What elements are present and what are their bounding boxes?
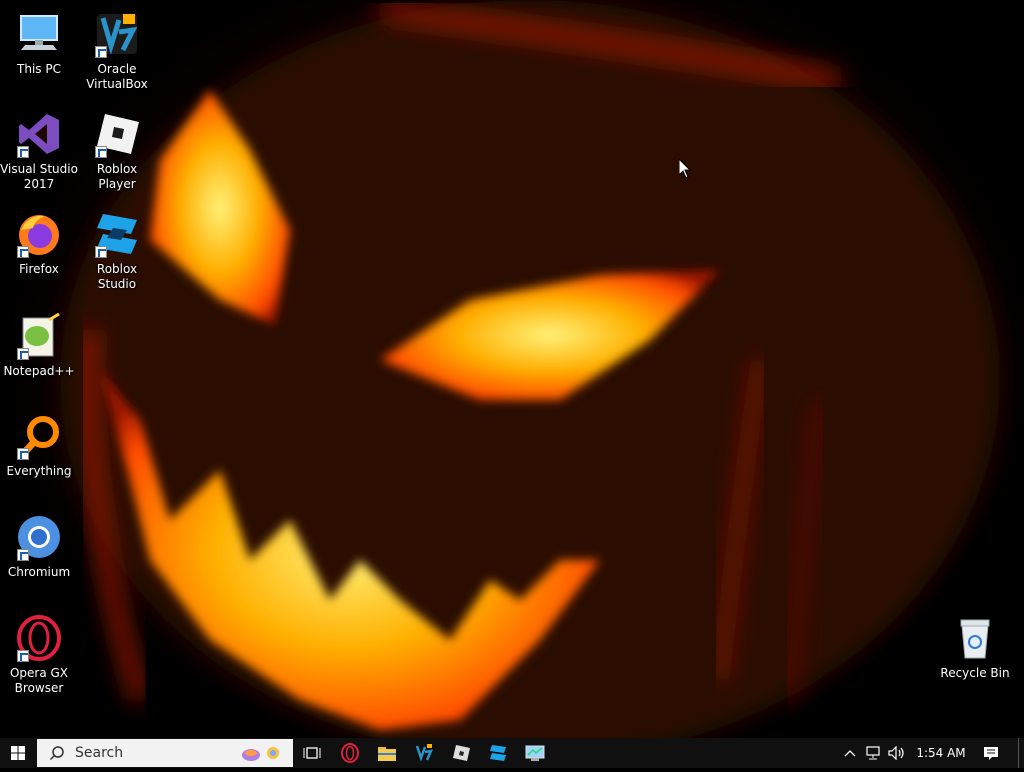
visual-studio-label: Visual Studio 2017: [0, 162, 78, 191]
taskbar: Search 1:54 AM: [0, 738, 1024, 768]
network-button[interactable]: [862, 738, 884, 768]
desktop-icon-notepadpp[interactable]: Notepad++: [0, 312, 78, 379]
firefox-icon: [15, 210, 63, 258]
shortcut-arrow-icon: [17, 246, 29, 258]
opera-gx-icon: [15, 614, 63, 662]
roblox-studio-icon: [490, 745, 506, 761]
shortcut-arrow-icon: [17, 549, 29, 561]
search-highlight-icon: [242, 747, 279, 761]
shortcut-arrow-icon: [17, 146, 29, 158]
roblox-player-icon: [453, 745, 470, 761]
notification-icon: [984, 747, 998, 760]
show-hidden-icons-button[interactable]: [840, 738, 860, 768]
search-icon: [49, 746, 64, 761]
taskbar-roblox-player-button[interactable]: [443, 738, 479, 768]
taskbar-roblox-studio-button[interactable]: [480, 738, 516, 768]
firefox-label: Firefox: [19, 262, 59, 276]
desktop-icon-opera-gx[interactable]: Opera GX Browser: [0, 614, 78, 696]
mouse-cursor-icon: [679, 159, 691, 179]
search-box[interactable]: Search: [37, 739, 293, 767]
notepadpp-label: Notepad++: [3, 364, 75, 378]
clock[interactable]: 1:54 AM: [912, 738, 970, 768]
roblox-player-icon: [93, 110, 141, 158]
search-placeholder: Search: [75, 745, 124, 761]
taskbar-control-panel-button[interactable]: [517, 738, 553, 768]
chromium-label: Chromium: [7, 565, 71, 579]
roblox-player-label: Roblox Player: [96, 162, 138, 191]
virtualbox-icon: [415, 744, 434, 762]
action-center-button[interactable]: [978, 738, 1004, 768]
taskbar-file-explorer-button[interactable]: [369, 738, 405, 768]
opera-gx-label: Opera GX Browser: [9, 666, 69, 695]
desktop-icon-chromium[interactable]: Chromium: [0, 513, 78, 580]
taskbar-virtualbox-button[interactable]: [406, 738, 442, 768]
virtualbox-icon: [93, 10, 141, 58]
task-view-button[interactable]: [294, 738, 330, 768]
roblox-studio-icon: [93, 210, 141, 258]
desktop-icon-roblox-player[interactable]: Roblox Player: [78, 110, 156, 192]
volume-icon: [888, 746, 904, 760]
desktop[interactable]: This PC Visual Studio 2017 Firefox Notep…: [0, 0, 1024, 738]
show-desktop-button[interactable]: [1018, 738, 1024, 768]
desktop-icon-everything[interactable]: Everything: [0, 412, 78, 479]
desktop-icon-roblox-studio[interactable]: Roblox Studio: [78, 210, 156, 292]
desktop-icon-firefox[interactable]: Firefox: [0, 210, 78, 277]
shortcut-arrow-icon: [95, 246, 107, 258]
control-panel-icon: [525, 745, 545, 761]
chevron-up-icon: [844, 750, 856, 757]
start-button[interactable]: [0, 738, 36, 768]
chromium-icon: [15, 513, 63, 561]
network-icon: [866, 746, 880, 760]
shortcut-arrow-icon: [17, 348, 29, 360]
shortcut-arrow-icon: [17, 448, 29, 460]
recycle-bin-icon: [951, 614, 999, 662]
roblox-studio-label: Roblox Studio: [96, 262, 138, 291]
recycle-bin-label: Recycle Bin: [940, 666, 1010, 680]
this-pc-icon: [15, 10, 63, 58]
desktop-icon-recycle-bin[interactable]: Recycle Bin: [936, 614, 1014, 681]
shortcut-arrow-icon: [17, 650, 29, 662]
taskbar-opera-button[interactable]: [332, 738, 368, 768]
notepadpp-icon: [15, 312, 63, 360]
file-explorer-icon: [378, 747, 396, 761]
visual-studio-icon: [15, 110, 63, 158]
desktop-icon-this-pc[interactable]: This PC: [0, 10, 78, 77]
opera-icon: [341, 743, 359, 763]
volume-button[interactable]: [886, 738, 908, 768]
shortcut-arrow-icon: [95, 146, 107, 158]
desktop-icon-visual-studio[interactable]: Visual Studio 2017: [0, 110, 78, 192]
everything-icon: [15, 412, 63, 460]
windows-logo-icon: [11, 746, 25, 760]
everything-label: Everything: [6, 464, 72, 478]
shortcut-arrow-icon: [95, 46, 107, 58]
virtualbox-label: Oracle VirtualBox: [86, 62, 148, 91]
task-view-icon: [303, 747, 321, 759]
this-pc-label: This PC: [17, 62, 61, 76]
desktop-icon-virtualbox[interactable]: Oracle VirtualBox: [78, 10, 156, 92]
